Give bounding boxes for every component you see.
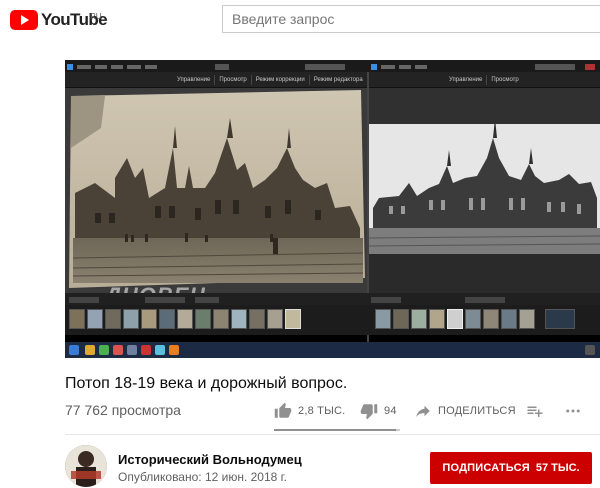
film-thumb[interactable] <box>249 309 265 329</box>
editor-nav-bar <box>65 293 600 305</box>
film-thumb[interactable] <box>159 309 175 329</box>
film-thumb[interactable] <box>177 309 193 329</box>
bw-station-photo <box>369 118 600 293</box>
subscriber-count: 57 ТЫС. <box>535 462 580 474</box>
add-to-playlist-button[interactable] <box>526 400 544 422</box>
film-thumb[interactable] <box>375 309 391 329</box>
editor-toolbar-right: Управление Просмотр <box>445 72 523 88</box>
film-thumb[interactable] <box>231 309 247 329</box>
film-thumb[interactable] <box>411 309 427 329</box>
subscribe-label: ПОДПИСАТЬСЯ <box>442 462 530 474</box>
like-count: 2,8 ТЫС. <box>298 405 346 417</box>
avatar-image <box>65 445 107 487</box>
film-thumb[interactable] <box>87 309 103 329</box>
sentiment-bar-fill <box>274 429 396 431</box>
more-button[interactable] <box>564 400 582 422</box>
channel-avatar[interactable] <box>65 445 107 487</box>
channel-name[interactable]: Исторический Вольнодумец <box>118 452 302 467</box>
logo-region-code: RU <box>90 12 102 21</box>
dislike-icon <box>360 404 378 420</box>
film-thumb[interactable] <box>141 309 157 329</box>
like-icon <box>274 402 292 418</box>
youtube-play-icon <box>10 10 38 30</box>
tab-view-left[interactable]: Просмотр <box>215 77 250 83</box>
film-thumb[interactable] <box>195 309 211 329</box>
channel-watermark: ДНОВЕЦ <box>105 283 207 293</box>
taskbar-app-icon[interactable] <box>141 345 151 355</box>
youtube-watch-page: YouTube RU Введите запрос Управление Про… <box>0 0 600 488</box>
film-thumb[interactable] <box>213 309 229 329</box>
tab-manage-left[interactable]: Управление <box>173 77 214 83</box>
sentiment-bar <box>274 429 400 431</box>
editor-filmstrip <box>65 305 600 335</box>
taskbar-app-icon[interactable] <box>99 345 109 355</box>
left-photo-view: ДНОВЕЦ <box>65 88 367 293</box>
film-thumb[interactable] <box>393 309 409 329</box>
right-photo-view <box>369 88 600 293</box>
search-input[interactable] <box>223 6 600 32</box>
editor-toolbar: Управление Просмотр Режим коррекции Режи… <box>65 72 600 88</box>
video-player[interactable]: Управление Просмотр Режим коррекции Режи… <box>65 60 600 358</box>
taskbar-app-icon[interactable] <box>113 345 123 355</box>
publish-date: Опубликовано: 12 июн. 2018 г. <box>118 470 287 484</box>
editor-menubar <box>65 60 600 72</box>
film-thumb-selected[interactable] <box>447 309 463 329</box>
film-thumb[interactable] <box>429 309 445 329</box>
video-title: Потоп 18-19 века и дорожный вопрос. <box>65 375 348 392</box>
like-button[interactable]: 2,8 ТЫС. <box>274 400 345 422</box>
sepia-station-photo <box>69 90 365 288</box>
add-to-playlist-icon <box>527 406 543 417</box>
more-icon <box>566 409 580 413</box>
film-thumb[interactable] <box>465 309 481 329</box>
tab-editor-left[interactable]: Режим редактора <box>310 77 367 83</box>
taskbar-app-icon[interactable] <box>169 345 179 355</box>
video-actions: 2,8 ТЫС. 94 ПОДЕЛИТЬСЯ <box>274 400 600 422</box>
tab-manage-right[interactable]: Управление <box>445 77 486 83</box>
taskbar-app-icon[interactable] <box>127 345 137 355</box>
film-thumb[interactable] <box>69 309 85 329</box>
film-thumb-logo[interactable] <box>545 309 575 329</box>
masthead: YouTube RU <box>0 0 600 40</box>
divider <box>65 434 600 435</box>
film-thumb[interactable] <box>123 309 139 329</box>
share-button[interactable]: ПОДЕЛИТЬСЯ <box>414 400 516 422</box>
film-thumb[interactable] <box>519 309 535 329</box>
film-thumb-selected[interactable] <box>285 309 301 329</box>
taskbar-app-icon[interactable] <box>85 345 95 355</box>
tray-clock-icon[interactable] <box>585 345 595 355</box>
film-thumb[interactable] <box>267 309 283 329</box>
view-count: 77 762 просмотра <box>65 402 181 418</box>
dislike-count: 94 <box>384 405 397 417</box>
film-thumb[interactable] <box>105 309 121 329</box>
os-taskbar <box>65 342 600 358</box>
tab-view-right[interactable]: Просмотр <box>487 77 522 83</box>
subscribe-button[interactable]: ПОДПИСАТЬСЯ 57 ТЫС. <box>430 452 592 484</box>
film-thumb[interactable] <box>501 309 517 329</box>
taskbar-app-icon[interactable] <box>155 345 165 355</box>
editor-toolbar-left: Управление Просмотр Режим коррекции Режи… <box>173 72 367 88</box>
share-icon <box>416 405 430 417</box>
search-box <box>222 5 600 33</box>
start-icon[interactable] <box>69 345 79 355</box>
tab-correction-left[interactable]: Режим коррекции <box>252 77 309 83</box>
film-thumb[interactable] <box>483 309 499 329</box>
dislike-button[interactable]: 94 <box>360 400 397 422</box>
share-label: ПОДЕЛИТЬСЯ <box>438 405 516 417</box>
youtube-logo[interactable]: YouTube RU <box>10 10 108 30</box>
